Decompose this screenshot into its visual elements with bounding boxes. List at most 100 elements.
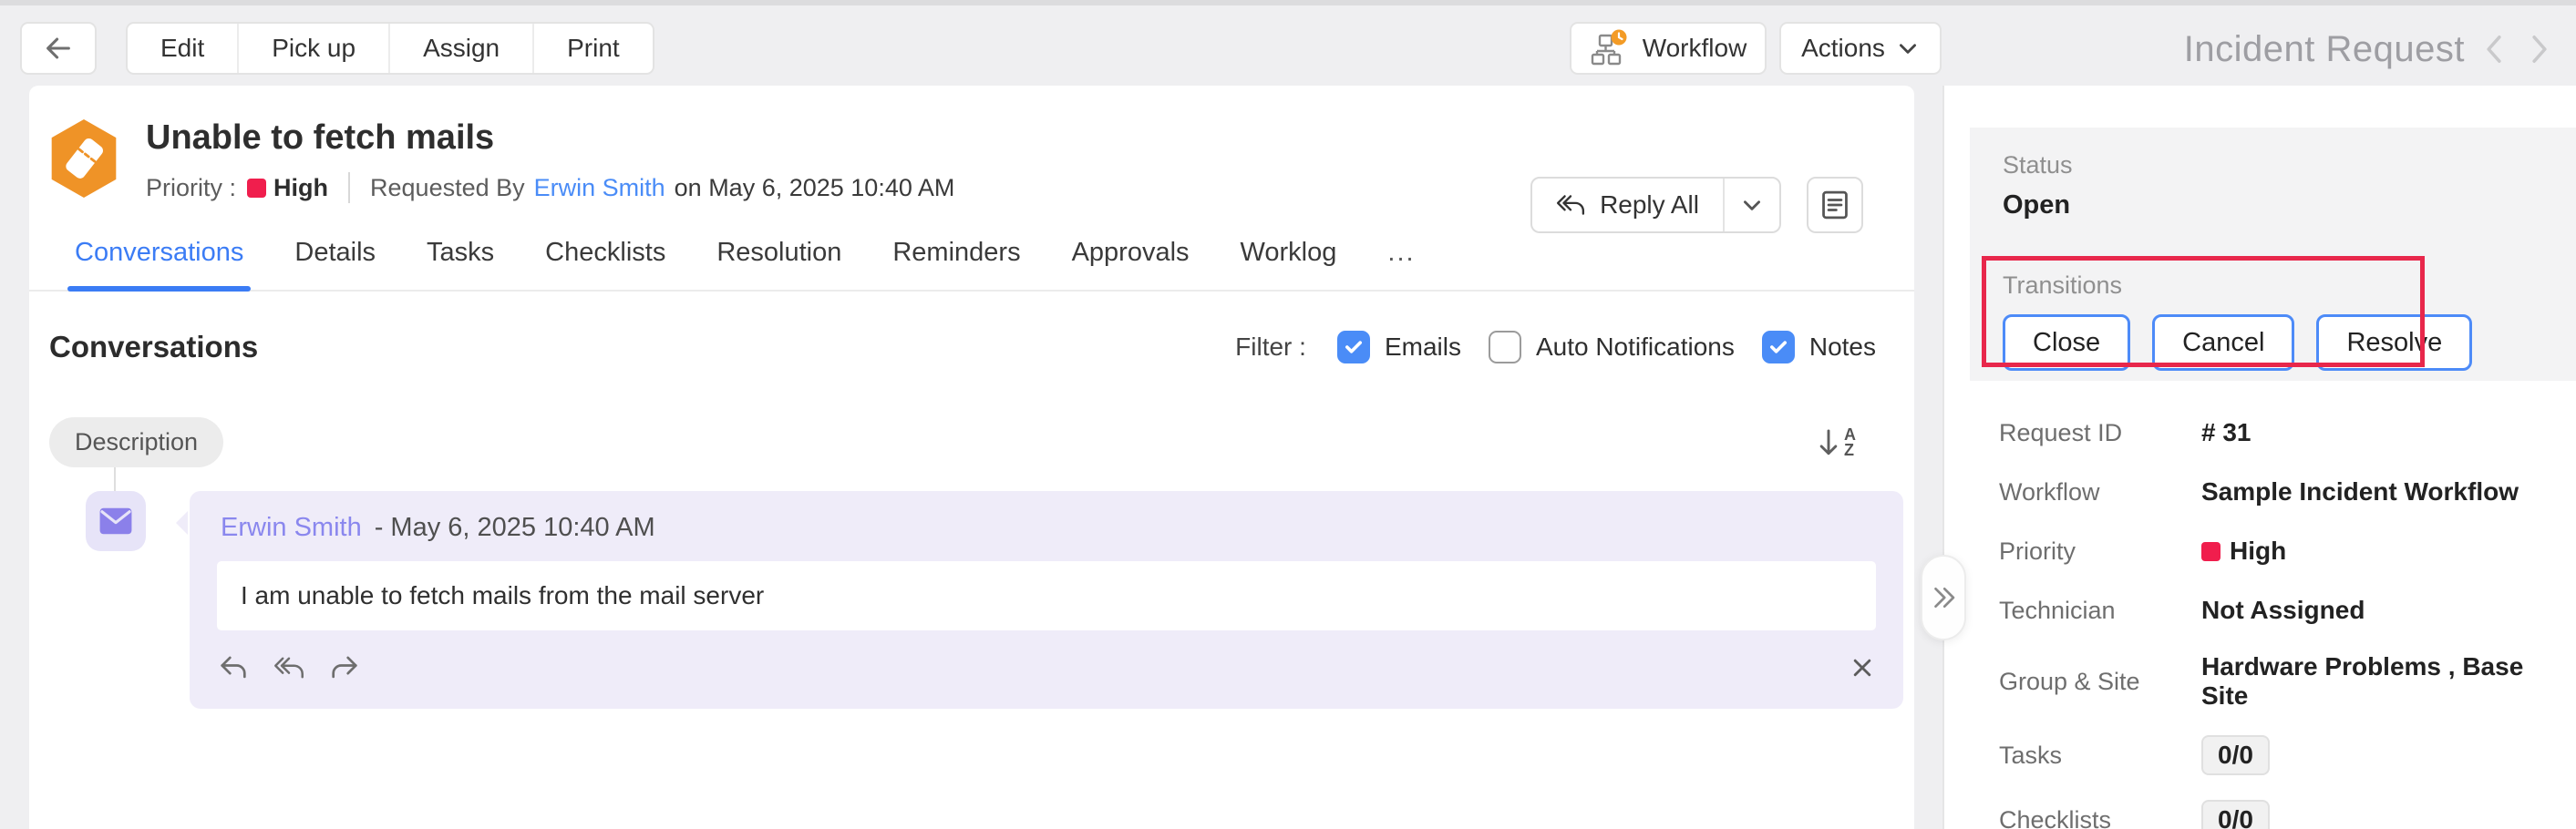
print-button[interactable]: Print xyxy=(532,24,653,73)
conversation-message: I am unable to fetch mails from the mail… xyxy=(217,561,1876,630)
arrow-left-icon xyxy=(43,33,74,64)
conversation-notes-button[interactable] xyxy=(1807,177,1863,233)
detail-row-group-site: Group & Site Hardware Problems , Base Si… xyxy=(1999,652,2576,711)
forward-icon[interactable] xyxy=(330,654,359,681)
auto-notifications-checkbox[interactable] xyxy=(1489,331,1521,363)
tab-conversations[interactable]: Conversations xyxy=(75,238,243,290)
chevron-right-icon xyxy=(2523,29,2556,69)
filter-emails[interactable]: Emails xyxy=(1337,331,1461,363)
transition-buttons: Close Cancel Resolve xyxy=(2003,314,2576,371)
check-icon xyxy=(1343,336,1365,358)
reply-all-icon[interactable] xyxy=(273,654,304,681)
filter-notes[interactable]: Notes xyxy=(1762,331,1876,363)
chevron-left-icon xyxy=(2478,29,2510,69)
detail-value-technician: Not Assigned xyxy=(2201,596,2365,625)
detail-row-checklists: Checklists 0/0 xyxy=(1999,800,2576,829)
tab-resolution[interactable]: Resolution xyxy=(716,238,841,290)
back-button[interactable] xyxy=(20,22,97,75)
detail-label-workflow: Workflow xyxy=(1999,478,2201,507)
edit-button[interactable]: Edit xyxy=(128,24,237,73)
detail-value-workflow: Sample Incident Workflow xyxy=(2201,477,2519,507)
detail-row-technician: Technician Not Assigned xyxy=(1999,593,2576,628)
notes-icon xyxy=(1819,189,1850,221)
transitions-label: Transitions xyxy=(2003,271,2576,300)
reply-all-button[interactable]: Reply All xyxy=(1532,179,1723,231)
chevron-down-icon xyxy=(1896,36,1920,60)
detail-label-tasks: Tasks xyxy=(1999,742,2201,770)
priority-color-swatch xyxy=(247,179,266,198)
detail-label-technician: Technician xyxy=(1999,597,2201,625)
detail-row-priority: Priority High xyxy=(1999,534,2576,568)
actions-button-label: Actions xyxy=(1801,34,1885,63)
priority-text: High xyxy=(2230,537,2286,566)
collapse-conversation-icon[interactable] xyxy=(1850,656,1874,680)
resolve-transition-button[interactable]: Resolve xyxy=(2316,314,2472,371)
status-panel: Status Open Transitions Close Cancel Res… xyxy=(1970,128,2576,381)
next-request-button[interactable] xyxy=(2523,27,2556,71)
incident-ticket-icon xyxy=(46,117,122,200)
reply-icon[interactable] xyxy=(219,654,248,681)
detail-row-request-id: Request ID # 31 xyxy=(1999,415,2576,450)
timeline-connector xyxy=(114,467,116,491)
reply-options-dropdown[interactable] xyxy=(1723,179,1779,231)
priority-label: Priority : xyxy=(146,174,236,202)
check-icon xyxy=(1767,336,1789,358)
pickup-button[interactable]: Pick up xyxy=(237,24,388,73)
tab-checklists[interactable]: Checklists xyxy=(545,238,665,290)
transitions-section: Transitions Close Cancel Resolve xyxy=(2003,271,2576,371)
tab-reminders[interactable]: Reminders xyxy=(892,238,1020,290)
conversation-card: Erwin Smith - May 6, 2025 10:40 AM I am … xyxy=(190,491,1903,709)
cancel-transition-button[interactable]: Cancel xyxy=(2152,314,2294,371)
request-tabs: Conversations Details Tasks Checklists R… xyxy=(29,238,1914,292)
checklists-count-badge[interactable]: 0/0 xyxy=(2201,800,2270,829)
actions-button[interactable]: Actions xyxy=(1779,22,1942,75)
notes-checkbox[interactable] xyxy=(1762,331,1795,363)
filter-emails-label: Emails xyxy=(1385,333,1461,362)
request-meta-row: Priority : High Requested By Erwin Smith… xyxy=(146,172,954,203)
detail-label-request-id: Request ID xyxy=(1999,419,2201,447)
tab-worklog[interactable]: Worklog xyxy=(1241,238,1337,290)
detail-label-checklists: Checklists xyxy=(1999,806,2201,829)
page-title: Incident Request xyxy=(2184,29,2465,70)
tasks-count-badge[interactable]: 0/0 xyxy=(2201,735,2270,775)
request-detail-card: Unable to fetch mails Priority : High Re… xyxy=(29,86,1914,829)
filter-notes-label: Notes xyxy=(1809,333,1876,362)
request-title: Unable to fetch mails xyxy=(146,118,954,158)
close-transition-button[interactable]: Close xyxy=(2003,314,2130,371)
conversation-sender-link[interactable]: Erwin Smith xyxy=(221,513,362,543)
tab-approvals[interactable]: Approvals xyxy=(1072,238,1190,290)
previous-request-button[interactable] xyxy=(2478,27,2510,71)
tab-more[interactable]: ... xyxy=(1387,238,1415,290)
request-title-row: Unable to fetch mails Priority : High Re… xyxy=(29,117,1914,203)
assign-button[interactable]: Assign xyxy=(388,24,532,73)
conversation-timestamp: - May 6, 2025 10:40 AM xyxy=(375,513,655,543)
detail-value-checklists: 0/0 xyxy=(2201,800,2270,829)
workflow-button-label: Workflow xyxy=(1643,34,1747,63)
sort-icon[interactable]: AZ xyxy=(1817,427,1856,458)
detail-value-group-site: Hardware Problems , Base Site xyxy=(2201,652,2576,711)
detail-row-tasks: Tasks 0/0 xyxy=(1999,735,2576,775)
requester-link[interactable]: Erwin Smith xyxy=(534,174,665,202)
description-chip-row: Description AZ xyxy=(29,417,1914,467)
status-value: Open xyxy=(2003,190,2576,220)
conversations-section-head: Conversations Filter : Emails Auto Notif… xyxy=(29,330,1914,364)
detail-value-request-id: # 31 xyxy=(2201,418,2251,447)
status-label: Status xyxy=(2003,151,2576,179)
filter-label: Filter : xyxy=(1235,333,1306,362)
details-sidebar: Status Open Transitions Close Cancel Res… xyxy=(1944,86,2576,829)
emails-checkbox[interactable] xyxy=(1337,331,1370,363)
workflow-button[interactable]: Workflow xyxy=(1570,22,1767,75)
email-icon xyxy=(86,491,146,551)
tab-details[interactable]: Details xyxy=(294,238,376,290)
request-action-group: Edit Pick up Assign Print xyxy=(126,22,654,75)
description-chip[interactable]: Description xyxy=(49,417,223,467)
meta-divider xyxy=(348,172,350,203)
filter-auto-notifications[interactable]: Auto Notifications xyxy=(1489,331,1735,363)
conversations-heading: Conversations xyxy=(49,330,258,364)
conversation-header: Erwin Smith - May 6, 2025 10:40 AM xyxy=(190,491,1903,561)
priority-color-swatch xyxy=(2201,542,2221,561)
reply-all-label: Reply All xyxy=(1600,190,1699,220)
collapse-panel-button[interactable] xyxy=(1921,555,1966,640)
tab-tasks[interactable]: Tasks xyxy=(427,238,494,290)
conversation-item: Erwin Smith - May 6, 2025 10:40 AM I am … xyxy=(29,491,1914,709)
